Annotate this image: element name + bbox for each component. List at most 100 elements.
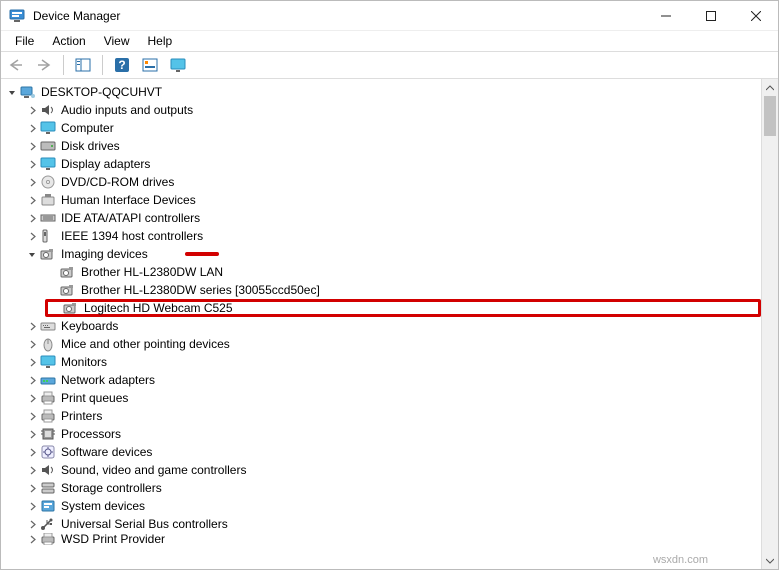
- titlebar[interactable]: Device Manager: [1, 1, 778, 31]
- tree-category[interactable]: Keyboards: [25, 317, 761, 335]
- tree-item-label: DVD/CD-ROM drives: [61, 175, 174, 189]
- expand-icon[interactable]: [25, 319, 39, 333]
- scan-hardware-button[interactable]: [139, 54, 161, 76]
- usb-icon: [39, 516, 57, 532]
- back-button[interactable]: [5, 54, 27, 76]
- printer-icon: [39, 408, 57, 424]
- tree-device[interactable]: Brother HL-L2380DW LAN: [45, 263, 761, 281]
- expand-icon[interactable]: [25, 445, 39, 459]
- camera-icon: [59, 282, 77, 298]
- tree-item-label: Processors: [61, 427, 121, 441]
- expand-icon[interactable]: [25, 533, 39, 545]
- scrollbar-thumb[interactable]: [764, 96, 776, 136]
- tree-category[interactable]: Software devices: [25, 443, 761, 461]
- tree-category[interactable]: Disk drives: [25, 137, 761, 155]
- tree-category[interactable]: Universal Serial Bus controllers: [25, 515, 761, 533]
- tree-item-label: Brother HL-L2380DW series [30055ccd50ec]: [81, 283, 320, 297]
- device-tree[interactable]: DESKTOP-QQCUHVT Audio inputs and outputs C…: [1, 79, 761, 569]
- tree-item-label: Universal Serial Bus controllers: [61, 517, 228, 531]
- tree-category[interactable]: IDE ATA/ATAPI controllers: [25, 209, 761, 227]
- tree-category[interactable]: Processors: [25, 425, 761, 443]
- help-button[interactable]: ?: [111, 54, 133, 76]
- expand-icon[interactable]: [25, 193, 39, 207]
- tree-item-label: Imaging devices: [61, 247, 148, 261]
- tree-category[interactable]: Network adapters: [25, 371, 761, 389]
- tree-item-label: DESKTOP-QQCUHVT: [41, 85, 162, 99]
- tree-item-label: Sound, video and game controllers: [61, 463, 246, 477]
- tree-category[interactable]: Storage controllers: [25, 479, 761, 497]
- forward-button[interactable]: [33, 54, 55, 76]
- expand-icon[interactable]: [25, 517, 39, 531]
- tree-root-computer[interactable]: DESKTOP-QQCUHVT: [5, 83, 761, 101]
- tree-device[interactable]: Logitech HD Webcam C525: [45, 299, 761, 317]
- scroll-down-button[interactable]: [762, 552, 778, 569]
- expand-icon[interactable]: [25, 391, 39, 405]
- minimize-button[interactable]: [643, 1, 688, 31]
- expand-icon[interactable]: [25, 409, 39, 423]
- maximize-button[interactable]: [688, 1, 733, 31]
- collapse-icon[interactable]: [5, 85, 19, 99]
- expand-icon[interactable]: [25, 157, 39, 171]
- expand-icon[interactable]: [25, 139, 39, 153]
- software-icon: [39, 444, 57, 460]
- tree-item-label: Printers: [61, 409, 102, 423]
- tree-category[interactable]: Printers: [25, 407, 761, 425]
- expand-icon[interactable]: [25, 211, 39, 225]
- expand-icon[interactable]: [25, 499, 39, 513]
- tree-item-label: Software devices: [61, 445, 152, 459]
- drive-icon: [39, 138, 57, 154]
- menu-view[interactable]: View: [96, 32, 138, 50]
- tree-category[interactable]: Mice and other pointing devices: [25, 335, 761, 353]
- monitor-icon: [39, 156, 57, 172]
- tree-category[interactable]: IEEE 1394 host controllers: [25, 227, 761, 245]
- expand-icon[interactable]: [25, 121, 39, 135]
- tree-category[interactable]: Monitors: [25, 353, 761, 371]
- tree-category[interactable]: Computer: [25, 119, 761, 137]
- hid-icon: [39, 192, 57, 208]
- monitor-icon: [39, 354, 57, 370]
- annotation-strike: [185, 252, 219, 256]
- expand-icon[interactable]: [25, 355, 39, 369]
- tree-category[interactable]: Print queues: [25, 389, 761, 407]
- monitor-view-button[interactable]: [167, 54, 189, 76]
- vertical-scrollbar[interactable]: [761, 79, 778, 569]
- close-button[interactable]: [733, 1, 778, 31]
- tree-item-label: Keyboards: [61, 319, 118, 333]
- tree-category[interactable]: Sound, video and game controllers: [25, 461, 761, 479]
- expand-icon[interactable]: [25, 427, 39, 441]
- expand-icon[interactable]: [25, 337, 39, 351]
- tree-category[interactable]: Human Interface Devices: [25, 191, 761, 209]
- tree-item-label: IEEE 1394 host controllers: [61, 229, 203, 243]
- tree-item-label: Display adapters: [61, 157, 150, 171]
- tree-category[interactable]: Audio inputs and outputs: [25, 101, 761, 119]
- menu-file[interactable]: File: [7, 32, 42, 50]
- tree-item-label: Disk drives: [61, 139, 120, 153]
- tree-category[interactable]: WSD Print Provider: [25, 533, 761, 545]
- device-manager-window: Device Manager File Action View Help ? D…: [0, 0, 779, 570]
- menu-action[interactable]: Action: [44, 32, 93, 50]
- collapse-icon[interactable]: [25, 247, 39, 261]
- tree-category[interactable]: DVD/CD-ROM drives: [25, 173, 761, 191]
- tree-item-label: System devices: [61, 499, 145, 513]
- svg-text:?: ?: [118, 58, 125, 72]
- expand-icon[interactable]: [25, 373, 39, 387]
- tree-item-label: Computer: [61, 121, 114, 135]
- tree-category[interactable]: System devices: [25, 497, 761, 515]
- menu-help[interactable]: Help: [140, 32, 181, 50]
- tree-item-label: Brother HL-L2380DW LAN: [81, 265, 223, 279]
- expand-icon[interactable]: [25, 229, 39, 243]
- scroll-up-button[interactable]: [762, 79, 778, 96]
- expand-icon[interactable]: [25, 103, 39, 117]
- tree-item-label: Logitech HD Webcam C525: [84, 301, 233, 315]
- tree-category[interactable]: Display adapters: [25, 155, 761, 173]
- ide-icon: [39, 210, 57, 226]
- show-hide-tree-button[interactable]: [72, 54, 94, 76]
- expand-icon[interactable]: [25, 175, 39, 189]
- tree-category[interactable]: Imaging devices: [25, 245, 761, 263]
- firewire-icon: [39, 228, 57, 244]
- expand-icon[interactable]: [25, 481, 39, 495]
- expand-icon[interactable]: [25, 463, 39, 477]
- tree-device[interactable]: Brother HL-L2380DW series [30055ccd50ec]: [45, 281, 761, 299]
- tree-item-label: Mice and other pointing devices: [61, 337, 230, 351]
- camera-icon: [59, 264, 77, 280]
